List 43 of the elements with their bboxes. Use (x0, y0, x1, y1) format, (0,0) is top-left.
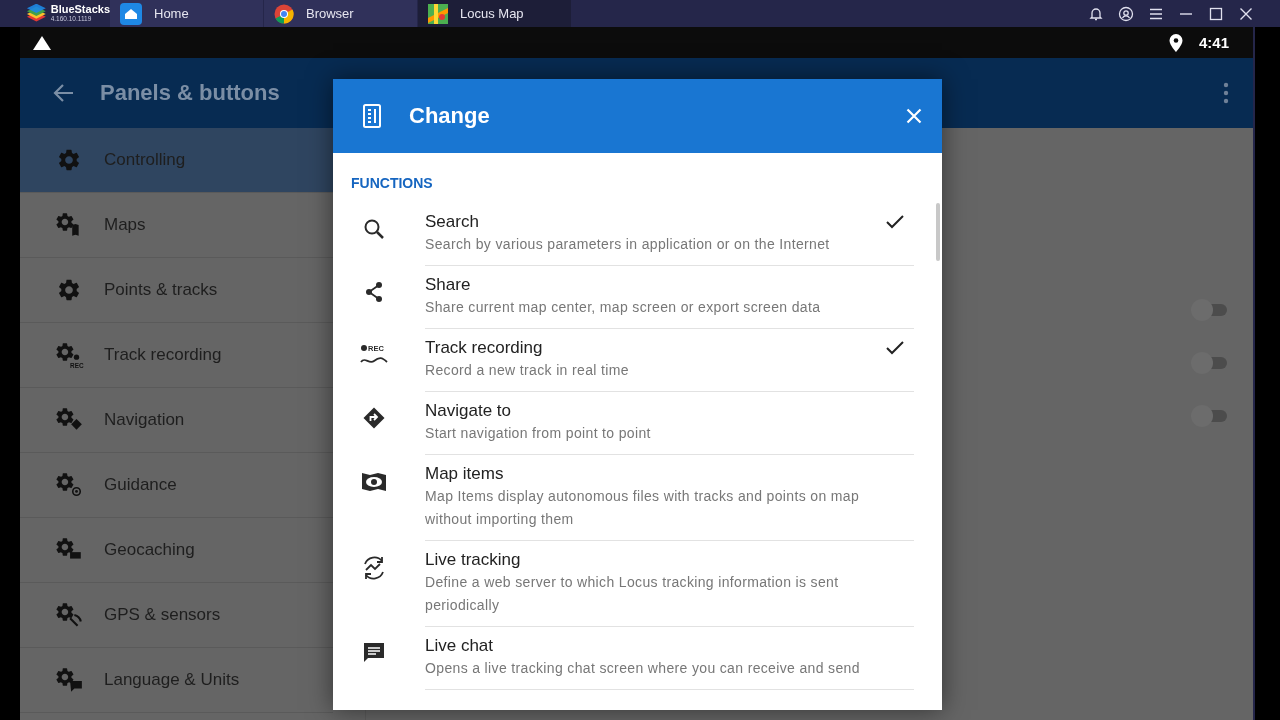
function-description: Opens a live tracking chat screen where you can receive and send (425, 659, 861, 678)
home-app-icon (120, 2, 142, 25)
function-description: Search by various parameters in application or on the Internet (425, 235, 831, 254)
toggle-switch[interactable] (1191, 404, 1227, 428)
app-logo (26, 3, 47, 24)
panel-icon (363, 104, 381, 128)
toggle-switch[interactable] (1191, 298, 1227, 322)
bell-icon[interactable] (1088, 5, 1104, 22)
function-title[interactable]: Live chat (425, 635, 914, 657)
live-tracking-icon (361, 555, 387, 581)
function-title[interactable]: Map items (425, 463, 914, 485)
direction-icon (362, 406, 386, 430)
function-description: Start navigation from point to point (425, 424, 652, 443)
function-title[interactable]: Navigate to (425, 400, 914, 422)
maximize-icon[interactable] (1208, 5, 1224, 22)
more-icon[interactable] (1223, 82, 1229, 104)
triangle-icon (32, 34, 52, 51)
toggle-switch[interactable] (1191, 351, 1227, 375)
browser-app-icon (274, 3, 294, 24)
search-icon (362, 217, 386, 241)
location-pin-icon (1168, 33, 1183, 52)
chat-icon (362, 641, 386, 665)
scrollbar[interactable] (936, 203, 940, 261)
dialog-title: Change (409, 103, 490, 129)
app-tab[interactable]: Home (110, 0, 264, 27)
back-icon[interactable] (52, 83, 74, 103)
function-title[interactable]: Search (425, 211, 914, 233)
function-title[interactable]: Track recording (425, 337, 914, 359)
section-heading: FUNCTIONS (350, 174, 434, 193)
function-description: Map Items display autonomous files with tracks and points on map without importing them (425, 487, 861, 529)
function-title[interactable]: Live tracking (425, 549, 914, 571)
app-tab[interactable]: Locus Map (418, 0, 572, 27)
function-description: Define a web server to which Locus tracking information is sent periodically (425, 573, 840, 615)
app-tab[interactable]: Browser (264, 0, 418, 27)
app-name: BlueStacks (50, 4, 110, 16)
account-icon[interactable] (1118, 5, 1134, 22)
function-description: Record a new track in real time (425, 361, 630, 380)
page-title: Panels & buttons (100, 80, 280, 106)
clock-time: 4:41 (1198, 34, 1229, 51)
function-title[interactable]: Share (425, 274, 914, 296)
close-icon[interactable] (1238, 5, 1254, 22)
map-app-icon (428, 3, 448, 24)
function-description: Share current map center, map screen or export screen data (425, 298, 822, 317)
